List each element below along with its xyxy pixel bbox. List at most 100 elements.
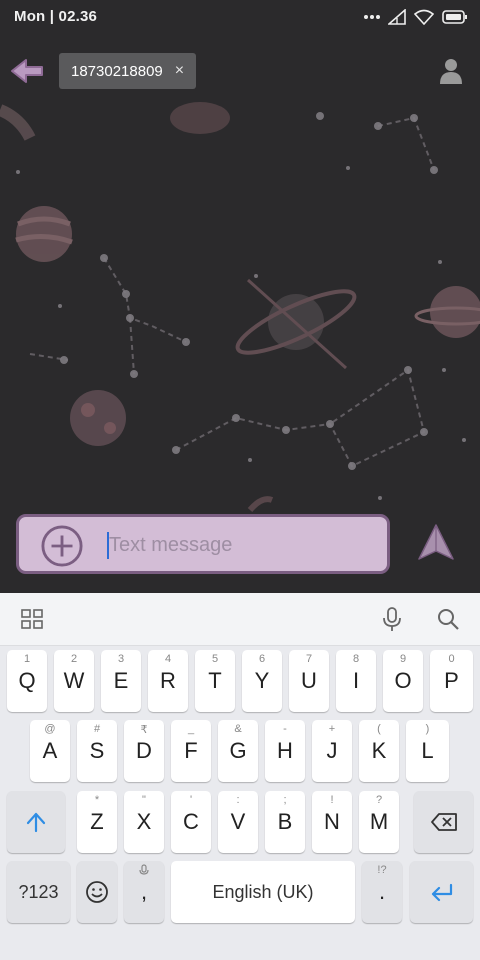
person-icon [440, 59, 462, 84]
key-g[interactable]: & G [218, 720, 258, 782]
recipient-number: 18730218809 [71, 62, 163, 80]
key-n[interactable]: ! N [312, 791, 352, 853]
key-hint: _ [187, 723, 195, 735]
back-button[interactable] [8, 54, 46, 88]
key-label: R [160, 668, 176, 693]
key-c[interactable]: ' C [171, 791, 211, 853]
key-label: K [371, 738, 387, 763]
key-label: I [352, 668, 360, 693]
key-j[interactable]: + J [312, 720, 352, 782]
key-m[interactable]: ? M [359, 791, 399, 853]
key-r[interactable]: 4R [148, 650, 188, 712]
key-u[interactable]: 7U [289, 650, 329, 712]
key-label: A [42, 738, 58, 763]
key-s[interactable]: # S [77, 720, 117, 782]
shift-key[interactable] [7, 791, 65, 853]
key-label: Y [254, 668, 270, 693]
status-bar: Mon | 02.36 [0, 0, 480, 34]
status-icons [364, 7, 468, 27]
shift-arrow-icon [26, 812, 46, 833]
key-hint: 4 [164, 653, 172, 665]
send-button[interactable] [416, 522, 456, 562]
key-k[interactable]: (K [359, 720, 399, 782]
key-p[interactable]: 0P [430, 650, 473, 712]
contact-button[interactable] [436, 56, 466, 86]
wifi-icon [414, 9, 434, 25]
key-a[interactable]: @ A [30, 720, 70, 782]
key-label: X [136, 809, 152, 834]
key-label: D [136, 738, 152, 763]
backspace-key[interactable] [414, 791, 473, 853]
key-label: B [277, 809, 293, 834]
dots-icon [364, 14, 380, 20]
key-hint: - [283, 723, 287, 735]
key-b[interactable]: ; B [265, 791, 305, 853]
emoji-key[interactable] [77, 861, 117, 923]
keyboard-menu-button[interactable] [16, 603, 48, 635]
send-icon [418, 524, 454, 560]
key-l[interactable]: ) L [406, 720, 449, 782]
key-hint: ? [375, 794, 383, 806]
key-hint: 5 [211, 653, 219, 665]
key-t[interactable]: 5T [195, 650, 235, 712]
period-label: . [378, 879, 386, 904]
remove-recipient-button[interactable]: × [175, 63, 184, 79]
key-d[interactable]: ₹ D [124, 720, 164, 782]
key-label: G [229, 738, 247, 763]
grid-icon [21, 609, 43, 629]
key-label: N [324, 809, 340, 834]
key-x[interactable]: " X [124, 791, 164, 853]
soft-keyboard: 1Q 2W 3E 4R 5T 6Y 7U 8I 9O 0P @ A # S ₹ D _… [0, 593, 480, 960]
period-key[interactable]: !? . [362, 861, 402, 923]
key-hint: " [142, 794, 146, 806]
battery-icon [442, 10, 468, 24]
key-o[interactable]: 9O [383, 650, 423, 712]
key-label: E [113, 668, 129, 693]
key-label: P [444, 668, 459, 693]
keyboard-toolbar [0, 593, 480, 646]
key-hint: ₹ [140, 724, 148, 736]
key-hint: + [328, 723, 336, 735]
voice-input-button[interactable] [376, 603, 408, 635]
key-hint: & [234, 723, 242, 735]
key-hint: 9 [399, 653, 407, 665]
keyboard-search-button[interactable] [432, 603, 464, 635]
key-f[interactable]: _ F [171, 720, 211, 782]
comma-label: , [140, 879, 148, 904]
key-label: O [394, 668, 412, 693]
text-cursor [107, 532, 109, 559]
messaging-screen: Mon | 02.36 18730218809 × Text message 1… [0, 0, 480, 960]
attach-button[interactable] [41, 525, 83, 567]
key-hint: ( [377, 723, 381, 735]
comma-key[interactable]: , [124, 861, 164, 923]
recipient-chip[interactable]: 18730218809 × [59, 53, 197, 89]
key-hint: 2 [70, 653, 78, 665]
symbols-label: ?123 [18, 881, 59, 902]
key-z[interactable]: * Z [77, 791, 117, 853]
key-label: Q [18, 668, 36, 693]
key-y[interactable]: 6Y [242, 650, 282, 712]
key-label: S [89, 738, 105, 763]
key-hint: * [94, 794, 100, 806]
space-key[interactable]: English (UK) [171, 861, 355, 923]
space-label: English (UK) [212, 881, 314, 902]
key-hint: ' [189, 794, 193, 806]
enter-key[interactable] [410, 861, 473, 923]
key-w[interactable]: 2W [54, 650, 94, 712]
key-hint: 8 [352, 653, 360, 665]
key-e[interactable]: 3E [101, 650, 141, 712]
key-label: F [184, 738, 198, 763]
signal-icon [388, 9, 406, 25]
key-i[interactable]: 8I [336, 650, 376, 712]
message-input[interactable] [107, 527, 377, 563]
key-v[interactable]: :V [218, 791, 258, 853]
key-hint: 6 [258, 653, 266, 665]
emoji-icon [86, 881, 108, 903]
key-hint: 0 [448, 653, 455, 665]
symbols-key[interactable]: ?123 [7, 861, 70, 923]
back-arrow-icon [11, 59, 43, 83]
key-label: H [277, 738, 293, 763]
key-hint: 3 [117, 653, 125, 665]
key-q[interactable]: 1Q [7, 650, 47, 712]
key-h[interactable]: -H [265, 720, 305, 782]
